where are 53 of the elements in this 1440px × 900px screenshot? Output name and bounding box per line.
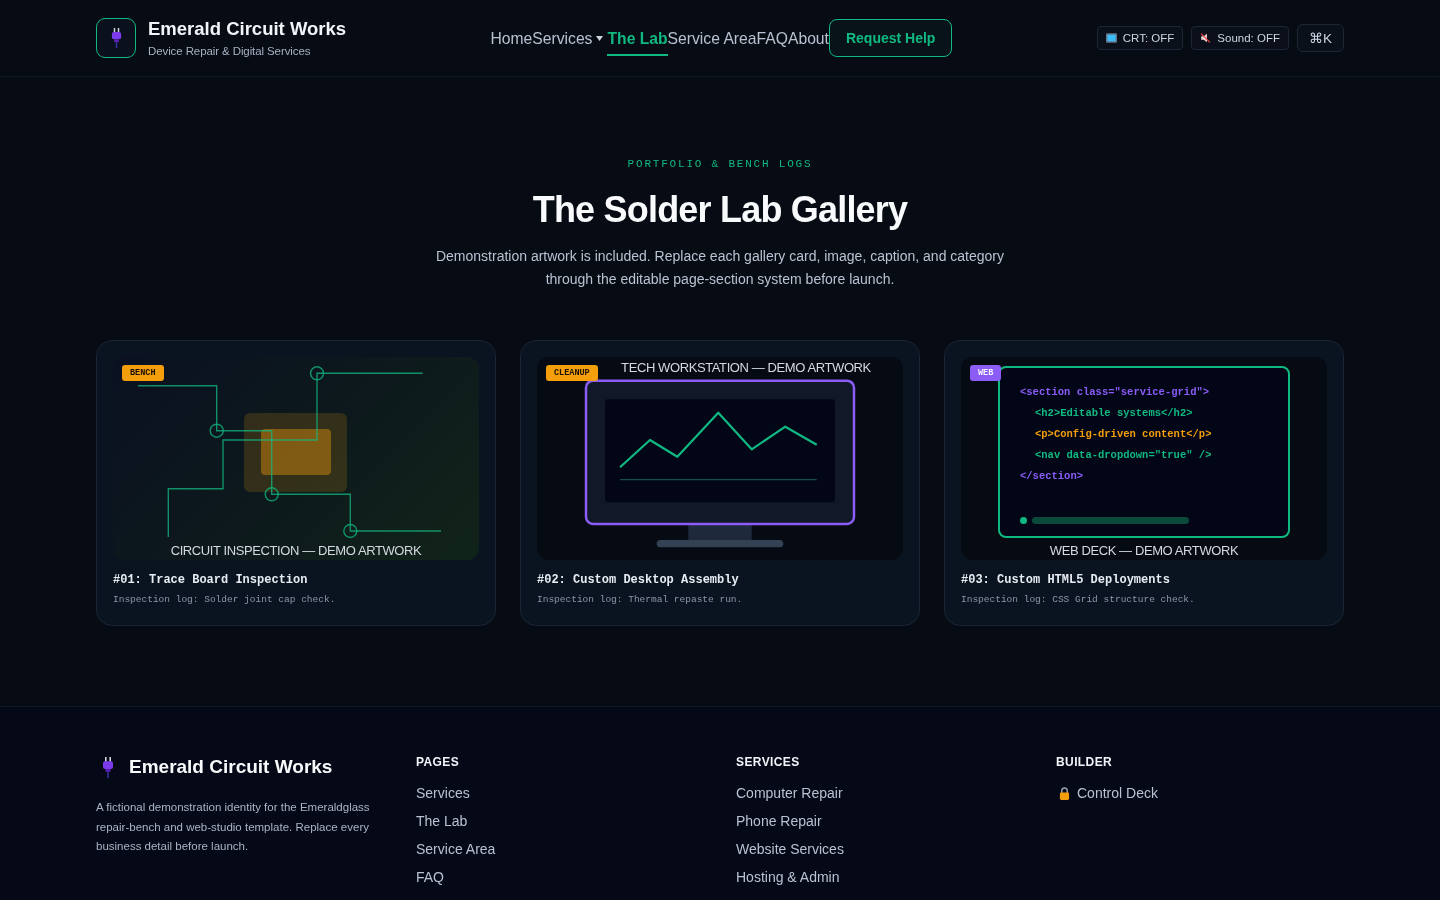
toggle-button[interactable]: Sound: OFF <box>1191 26 1289 50</box>
footer-heading: BUILDER <box>1056 755 1114 769</box>
plug-icon <box>102 756 114 778</box>
nav-link[interactable]: Home <box>490 20 533 56</box>
request-help-button[interactable]: Request Help <box>828 19 953 57</box>
nav-link[interactable]: About <box>787 20 829 56</box>
code-line: </section> <box>1020 469 1083 484</box>
card-log-text: Inspection log: Solder joint cap check. <box>113 594 337 606</box>
footer-heading: SERVICES <box>736 755 801 769</box>
caret-icon[interactable] <box>596 35 604 41</box>
card-title: #02: Custom Desktop Assembly <box>537 573 740 588</box>
footer-link[interactable]: Service Area <box>416 839 496 859</box>
nav-link[interactable]: Service Area <box>667 20 757 56</box>
page-description: Demonstration artwork is included. Replace each gallery card, image, caption, and category through the editable page-section system before launch. <box>434 247 1006 289</box>
artwork-caption: TECH WORKSTATION — DEMO ARTWORK <box>621 360 871 375</box>
brand-title: Emerald Circuit Works <box>148 18 347 40</box>
footer-link[interactable]: Website Services <box>736 839 844 859</box>
artwork-caption: CIRCUIT INSPECTION — DEMO ARTWORK <box>170 543 422 558</box>
card-title: #01: Trace Board Inspection <box>113 573 309 588</box>
page-title: The Solder Lab Gallery <box>532 188 908 232</box>
status-dot-icon <box>1020 517 1027 524</box>
muted-speaker-icon <box>1200 33 1212 43</box>
command-palette-button[interactable]: ⌘K <box>1296 24 1344 52</box>
plug-icon <box>110 28 122 48</box>
code-line: <section class="service-grid"> <box>1020 385 1210 400</box>
category-tag: WEB <box>970 365 1002 381</box>
code-line: <p>Config-driven content</p> <box>1035 427 1212 442</box>
category-tag: BENCH <box>122 365 164 381</box>
footer-link[interactable]: Control Deck <box>1056 783 1158 803</box>
footer-brand-name: Emerald Circuit Works <box>129 755 333 779</box>
category-tag: CLEANUP <box>546 365 598 381</box>
footer-link[interactable]: The Lab <box>416 811 468 831</box>
section-eyebrow: PORTFOLIO & BENCH LOGS <box>627 157 813 171</box>
card-log-text: Inspection log: CSS Grid structure check. <box>961 594 1196 606</box>
toggle-button[interactable]: CRT: OFF <box>1096 26 1184 50</box>
tv-icon <box>1105 33 1117 43</box>
footer-link[interactable]: Computer Repair <box>736 783 843 803</box>
brand-subtitle: Device Repair & Digital Services <box>148 44 312 58</box>
footer-description: A fictional demonstration identity for the Emeraldglass repair-bench and web-studio template. Replace every business detail before launch. <box>96 800 371 854</box>
plug-logo-icon[interactable] <box>96 18 136 58</box>
nav-link[interactable]: Services <box>532 20 608 56</box>
nav-link[interactable]: FAQ <box>756 20 788 56</box>
nav-link[interactable]: The Lab <box>607 20 668 56</box>
card-log-text: Inspection log: Thermal repaste run. <box>537 594 744 606</box>
footer-link[interactable]: Hosting & Admin <box>736 867 840 887</box>
code-line: <h2>Editable systems</h2> <box>1035 406 1193 421</box>
card-title: #03: Custom HTML5 Deployments <box>961 573 1171 588</box>
footer-heading: PAGES <box>416 755 461 769</box>
footer-link[interactable]: Phone Repair <box>736 811 822 831</box>
code-line: <nav data-dropdown="true" /> <box>1035 448 1212 463</box>
footer-link[interactable]: FAQ <box>416 867 444 887</box>
footer-link[interactable]: Services <box>416 783 470 803</box>
artwork-caption: WEB DECK — DEMO ARTWORK <box>1049 543 1239 558</box>
